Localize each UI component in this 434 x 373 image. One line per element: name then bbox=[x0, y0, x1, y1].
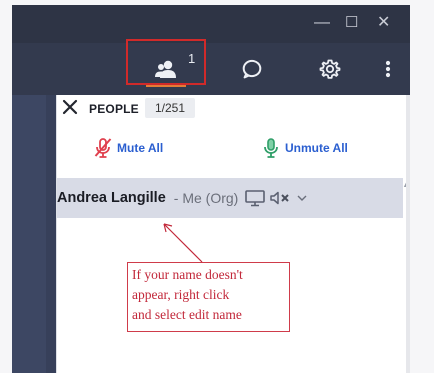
people-button-highlight-frame bbox=[126, 39, 206, 85]
mute-all-button[interactable]: Mute All bbox=[93, 135, 163, 161]
settings-button[interactable] bbox=[305, 43, 355, 95]
panel-scrollbar[interactable] bbox=[406, 95, 410, 373]
participant-name: Andrea Langille bbox=[57, 190, 166, 206]
chevron-down-icon[interactable] bbox=[296, 193, 308, 203]
close-icon bbox=[62, 99, 78, 115]
meeting-toolbar: 1 bbox=[12, 39, 410, 95]
title-bar: — ☐ ✕ bbox=[12, 5, 410, 43]
app-frame: — ☐ ✕ 1 PEOPLE 1/251 Mute All Unmute All… bbox=[0, 0, 434, 373]
unmute-all-label: Unmute All bbox=[285, 141, 348, 155]
more-options-button[interactable] bbox=[368, 43, 408, 95]
annotation-line-3: and select edit name bbox=[132, 307, 242, 322]
mute-controls: Mute All Unmute All bbox=[57, 135, 407, 161]
meeting-stage-edge-inner bbox=[12, 95, 46, 373]
minimize-button[interactable]: — bbox=[314, 15, 330, 31]
speaker-muted-icon bbox=[270, 191, 290, 205]
maximize-button[interactable]: ☐ bbox=[345, 15, 358, 31]
mute-all-label: Mute All bbox=[117, 141, 164, 155]
more-icon bbox=[385, 60, 391, 78]
chat-button[interactable] bbox=[222, 43, 282, 95]
meeting-stage-edge bbox=[12, 95, 56, 373]
close-panel-button[interactable] bbox=[61, 98, 79, 120]
screen-share-icon bbox=[245, 190, 266, 207]
close-window-button[interactable]: ✕ bbox=[377, 15, 390, 31]
participant-role: - Me (Org) bbox=[173, 190, 239, 206]
annotation-arrow bbox=[163, 223, 203, 263]
panel-title: PEOPLE bbox=[89, 102, 139, 116]
unmute-all-button[interactable]: Unmute All bbox=[261, 135, 348, 161]
mic-icon bbox=[264, 138, 278, 158]
mic-muted-icon bbox=[94, 138, 112, 158]
participant-count-badge: 1/251 bbox=[145, 98, 195, 118]
gear-icon bbox=[319, 59, 341, 79]
participant-row[interactable]: Andrea Langille - Me (Org) bbox=[57, 178, 403, 218]
annotation-line-2: appear, right click bbox=[132, 287, 230, 302]
participant-status-icons bbox=[244, 189, 308, 207]
chat-icon bbox=[242, 59, 262, 79]
people-panel-header: PEOPLE 1/251 bbox=[57, 95, 407, 125]
